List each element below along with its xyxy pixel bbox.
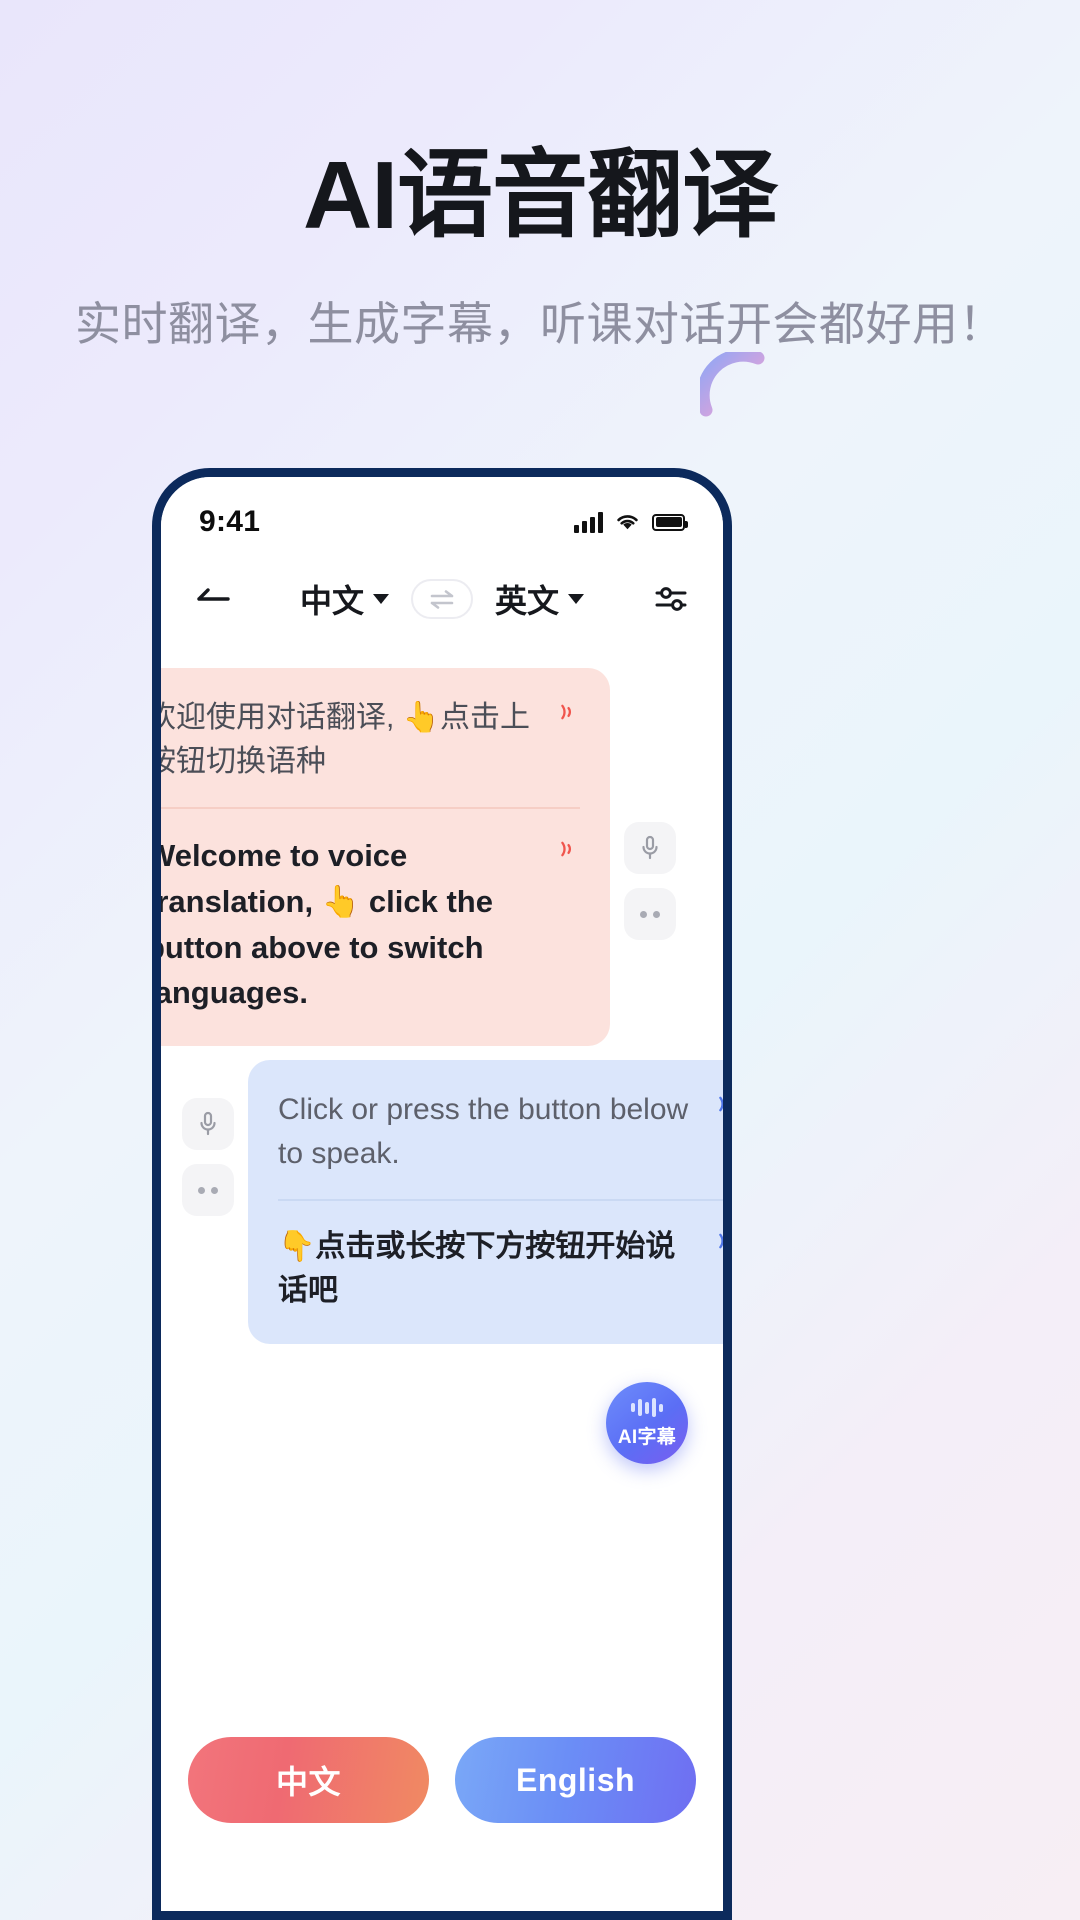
- swap-languages-button[interactable]: [411, 579, 473, 619]
- microphone-icon: [200, 1111, 216, 1136]
- message-divider: [278, 1198, 723, 1201]
- chat-message-left: 欢迎使用对话翻译, 👆点击上按钮切换语种 Welcome to voice tr…: [152, 668, 676, 1047]
- back-button[interactable]: [191, 577, 235, 621]
- status-bar: 9:41: [161, 499, 723, 545]
- chevron-down-icon: [373, 594, 389, 604]
- message-actions-right: [182, 1060, 234, 1344]
- message-actions-left: [624, 668, 676, 1046]
- target-language-label: 英文: [495, 583, 560, 619]
- wifi-icon: [617, 515, 638, 530]
- speaker-play-icon[interactable]: [554, 696, 580, 722]
- target-language-selector[interactable]: 英文: [495, 576, 585, 622]
- message-bubble-pink[interactable]: 欢迎使用对话翻译, 👆点击上按钮切换语种 Welcome to voice tr…: [152, 668, 610, 1047]
- status-time: 9:41: [199, 505, 261, 538]
- promo-header: AI语音翻译 实时翻译，生成字幕，听课对话开会都好用！: [0, 0, 1080, 354]
- message-translated-text: Welcome to voice translation, 👆 click th…: [152, 837, 493, 1011]
- swap-languages-icon: [430, 590, 454, 609]
- message-translation-segment: Welcome to voice translation, 👆 click th…: [152, 833, 580, 1017]
- more-options-icon: [198, 1186, 218, 1194]
- settings-button[interactable]: [649, 577, 693, 621]
- page-subtitle: 实时翻译，生成字幕，听课对话开会都好用！: [75, 298, 1005, 350]
- speaker-play-icon[interactable]: [554, 833, 580, 859]
- message-source-segment: 欢迎使用对话翻译, 👆点击上按钮切换语种: [152, 696, 580, 785]
- decorative-arc-icon: [700, 352, 765, 417]
- message-bubble-blue[interactable]: Click or press the button below to speak…: [248, 1060, 732, 1344]
- chat-message-right: Click or press the button below to speak…: [168, 1060, 732, 1344]
- record-chinese-button[interactable]: 中文: [188, 1737, 429, 1823]
- message-translation-segment: 👇点击或长按下方按钮开始说话吧: [278, 1225, 732, 1314]
- message-source-text: 欢迎使用对话翻译, 👆点击上按钮切换语种: [152, 701, 531, 779]
- speaker-play-icon[interactable]: [712, 1088, 732, 1114]
- record-english-button[interactable]: English: [455, 1737, 696, 1823]
- audio-waveform-icon: [631, 1398, 663, 1418]
- settings-sliders-icon: [655, 587, 687, 611]
- ai-subtitle-fab[interactable]: AI字幕: [606, 1382, 688, 1464]
- chat-area: 欢迎使用对话翻译, 👆点击上按钮切换语种 Welcome to voice tr…: [161, 652, 723, 1911]
- more-options-icon: [640, 910, 660, 918]
- cellular-signal-icon: [574, 511, 603, 533]
- source-language-label: 中文: [299, 583, 364, 619]
- chevron-down-icon: [568, 594, 585, 604]
- message-mic-button[interactable]: [182, 1098, 234, 1150]
- page-title: AI语音翻译: [303, 142, 778, 249]
- message-source-text: Click or press the button below to speak…: [278, 1093, 689, 1171]
- source-language-selector[interactable]: 中文: [300, 576, 389, 622]
- message-source-segment: Click or press the button below to speak…: [278, 1088, 732, 1177]
- message-divider: [161, 806, 580, 809]
- speaker-play-icon[interactable]: [712, 1225, 732, 1251]
- message-more-button[interactable]: [182, 1164, 234, 1216]
- back-arrow-icon: [197, 588, 230, 601]
- record-buttons-bar: 中文 English: [161, 1737, 723, 1823]
- ai-subtitle-label: AI字幕: [617, 1426, 677, 1448]
- app-nav-bar: 中文 英文: [161, 563, 723, 635]
- battery-icon: [652, 513, 688, 531]
- message-mic-button[interactable]: [624, 822, 676, 874]
- microphone-icon: [642, 835, 658, 860]
- message-translated-text: 👇点击或长按下方按钮开始说话吧: [278, 1229, 676, 1308]
- message-more-button[interactable]: [624, 888, 676, 940]
- phone-mockup: 9:41 中文 英文 欢迎使用对话翻译, 👆点击上按钮切换语种 Welcome …: [152, 468, 732, 1920]
